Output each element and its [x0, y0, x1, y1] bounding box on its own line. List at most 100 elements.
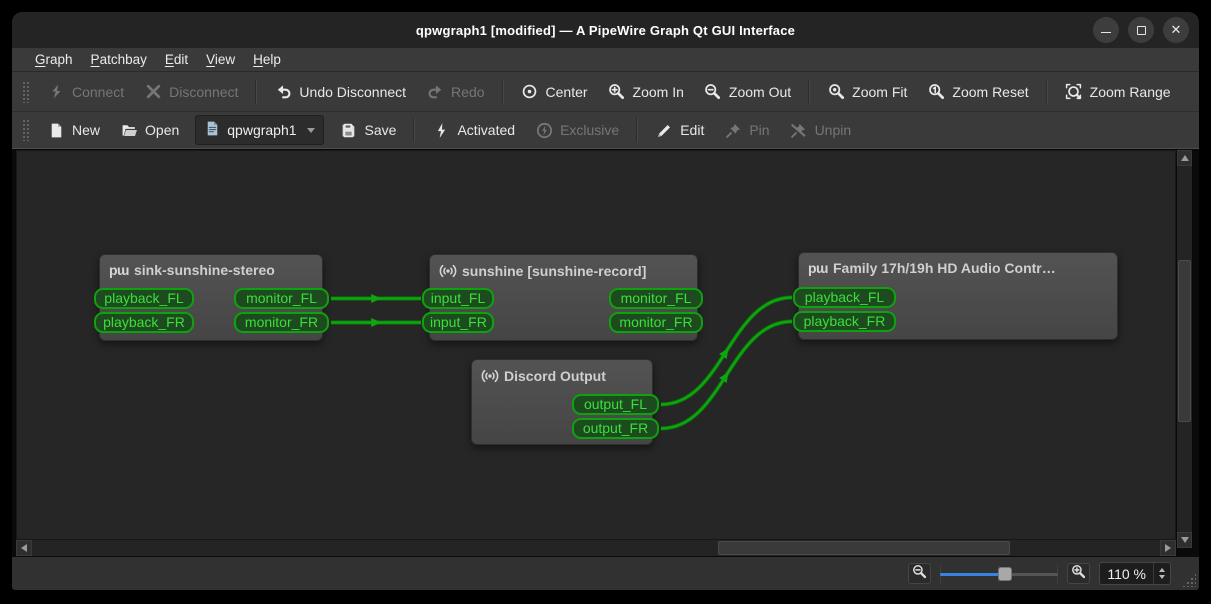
toolbar-button-label: Center	[545, 83, 588, 100]
scroll-left-button[interactable]	[16, 540, 32, 556]
toolbar-drag-handle[interactable]	[22, 80, 29, 103]
port-monitor_fl[interactable]: monitor_FL	[609, 288, 703, 309]
save-icon	[340, 121, 358, 139]
zoom-out-button[interactable]	[908, 563, 932, 584]
menu-graph[interactable]: Graph	[26, 50, 82, 69]
button-zoom-out[interactable]: Zoom Out	[694, 79, 801, 105]
toolbar-button-label: Connect	[72, 83, 125, 100]
zoom-slider[interactable]	[940, 564, 1059, 583]
port-input_fl[interactable]: input_FL	[422, 288, 494, 309]
menu-patchbay[interactable]: Patchbay	[82, 50, 156, 69]
toolbar-button-label: Zoom Out	[728, 83, 792, 100]
toolbar-button-label: Zoom Fit	[852, 83, 908, 100]
button-unpin[interactable]: Unpin	[780, 117, 862, 143]
button-zoom-in[interactable]: Zoom In	[598, 79, 694, 105]
pin-icon	[724, 121, 742, 139]
maximize-button[interactable]	[1128, 17, 1154, 43]
new-file-icon	[47, 121, 65, 139]
window-controls: ✕	[1093, 17, 1189, 43]
toolbar-separator	[255, 79, 258, 104]
menu-bar: Graph Patchbay Edit View Help	[12, 48, 1199, 71]
port-playback_fr[interactable]: playback_FR	[94, 312, 194, 333]
connections-layer	[331, 294, 793, 431]
port-playback_fl[interactable]: playback_FL	[793, 287, 896, 308]
stream-icon	[439, 262, 457, 280]
toolbar-main: Connect Disconnect Undo Disconnect Redo Cent…	[12, 71, 1199, 111]
pipewire-icon: pɯ	[109, 262, 130, 278]
port-playback_fl[interactable]: playback_FL	[94, 288, 194, 309]
down-arrow-icon	[1180, 537, 1189, 543]
port-input_fr[interactable]: input_FR	[422, 312, 494, 333]
wire-arrow-icon	[719, 372, 729, 383]
horizontal-scroll-thumb[interactable]	[718, 541, 1010, 555]
scroll-down-button[interactable]	[1177, 532, 1192, 548]
button-open[interactable]: Open	[110, 117, 189, 143]
port-output_fl[interactable]: output_FL	[572, 394, 659, 415]
toolbar-separator	[413, 118, 416, 142]
close-button[interactable]: ✕	[1163, 17, 1189, 43]
port-playback_fr[interactable]: playback_FR	[793, 311, 896, 332]
spin-up-icon	[1159, 568, 1165, 572]
undo-icon	[274, 83, 292, 101]
vertical-scroll-thumb[interactable]	[1178, 260, 1191, 422]
menu-edit[interactable]: Edit	[156, 50, 197, 69]
toolbar-separator	[501, 79, 504, 104]
menu-view[interactable]: View	[197, 50, 244, 69]
graph-canvas[interactable]: pɯ sink-sunshine-stereo playback_FL playbac…	[16, 150, 1176, 540]
button-save[interactable]: Save	[330, 117, 407, 143]
button-zoom-range[interactable]: Zoom Range	[1055, 79, 1181, 105]
port-monitor_fr[interactable]: monitor_FR	[234, 312, 329, 333]
wire-arrow-icon	[371, 294, 382, 303]
button-exclusive[interactable]: Exclusive	[525, 117, 629, 143]
spin-arrows[interactable]	[1153, 563, 1170, 584]
zoom-in-button[interactable]	[1067, 563, 1091, 584]
wire-arrow-icon	[719, 348, 729, 359]
toolbar-separator	[636, 118, 639, 142]
combo-qpwgraph1[interactable]: qpwgraph1	[195, 115, 324, 145]
zoom-out-icon	[912, 564, 927, 584]
button-pin[interactable]: Pin	[714, 117, 779, 143]
toolbar-drag-handle[interactable]	[22, 119, 29, 141]
vertical-scrollbar[interactable]	[1177, 150, 1192, 548]
zoom-reset-icon	[927, 83, 945, 101]
horizontal-scrollbar[interactable]	[16, 540, 1176, 556]
button-new[interactable]: New	[37, 117, 110, 143]
toolbar-button-label: Edit	[680, 122, 705, 138]
disconnect-icon	[144, 83, 162, 101]
node-title: Discord Output	[504, 368, 606, 384]
button-zoom-reset[interactable]: Zoom Reset	[917, 79, 1038, 105]
up-arrow-icon	[1180, 155, 1189, 161]
button-edit[interactable]: Edit	[645, 117, 714, 143]
toolbar-button-label: Exclusive	[560, 122, 620, 138]
left-arrow-icon	[21, 544, 27, 552]
port-monitor_fr[interactable]: monitor_FR	[609, 312, 703, 333]
toolbar-separator	[808, 79, 811, 104]
scroll-right-button[interactable]	[1160, 540, 1176, 556]
center-icon	[521, 83, 539, 101]
port-monitor_fl[interactable]: monitor_FL	[234, 288, 329, 309]
button-zoom-fit[interactable]: Zoom Fit	[817, 79, 917, 105]
menu-help[interactable]: Help	[244, 50, 290, 69]
minimize-icon	[1101, 32, 1111, 33]
window-title: qpwgraph1 [modified] — A PipeWire Graph …	[415, 22, 796, 38]
redo-icon	[426, 83, 444, 101]
button-disconnect[interactable]: Disconnect	[134, 79, 248, 105]
button-connect[interactable]: Connect	[37, 79, 134, 105]
button-undo-disconnect[interactable]: Undo Disconnect	[264, 79, 416, 105]
resize-grip[interactable]	[1182, 573, 1196, 587]
button-redo[interactable]: Redo	[416, 79, 494, 105]
minimize-button[interactable]	[1093, 17, 1119, 43]
scroll-up-button[interactable]	[1177, 150, 1192, 166]
slider-handle[interactable]	[998, 566, 1013, 581]
title-bar[interactable]: qpwgraph1 [modified] — A PipeWire Graph …	[12, 12, 1199, 48]
button-center[interactable]: Center	[511, 79, 598, 105]
spin-down-icon	[1159, 575, 1165, 579]
port-output_fr[interactable]: output_FR	[572, 418, 659, 439]
chevron-down-icon	[306, 127, 315, 133]
zoom-spinbox[interactable]: 110 %	[1099, 562, 1171, 585]
right-arrow-icon	[1165, 544, 1171, 552]
open-folder-icon	[120, 121, 138, 139]
toolbar-button-label: Open	[145, 122, 180, 138]
zoom-in-icon	[608, 83, 626, 101]
button-activated[interactable]: Activated	[422, 117, 525, 143]
